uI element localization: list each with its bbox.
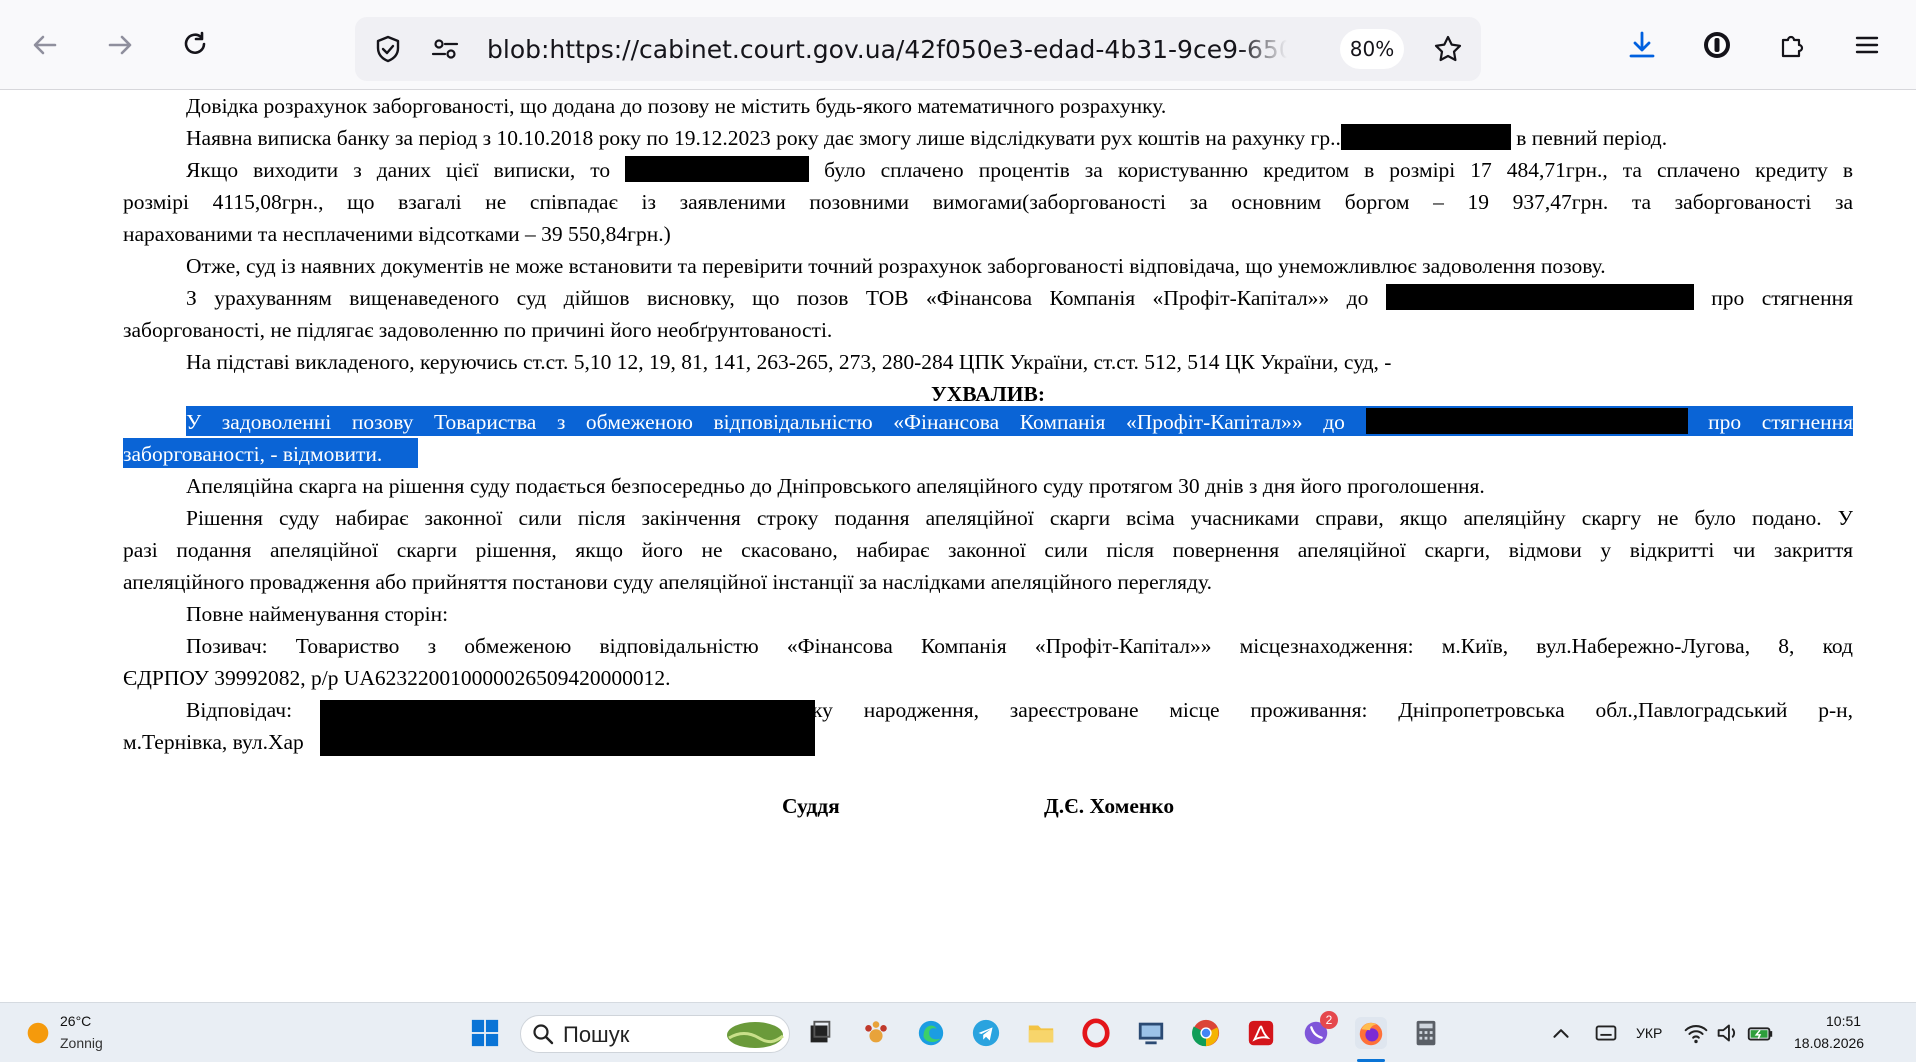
redaction-block [320,700,815,756]
redaction-block [1340,124,1511,150]
app-menu-button[interactable] [1847,25,1887,65]
wifi-icon[interactable] [1680,1017,1712,1049]
redaction-block [625,156,810,182]
pdf-document: Довідка розрахунок заборгованості, що до… [0,90,1916,1002]
signature-role: Суддя [782,794,840,818]
paragraph-line: заборгованості, не підлягає задоволенню … [123,318,833,342]
edge-browser-icon[interactable] [915,1017,947,1049]
file-explorer-icon[interactable] [1025,1017,1057,1049]
paragraph-line: ЄДРПОУ 39992082, р/р UA62322001000002650… [123,666,671,690]
reload-icon [184,31,206,54]
clock-time[interactable]: 10:51 [1826,1013,1861,1029]
address-bar[interactable]: blob:https://cabinet.court.gov.ua/42f050… [355,17,1481,81]
windows-start-icon[interactable] [469,1017,501,1049]
paragraph-line: Якщо виходити з даних цієї виписки, то б… [186,156,1854,182]
url-text[interactable]: blob:https://cabinet.court.gov.ua/42f050… [487,33,1287,67]
zoom-level-button[interactable]: 80% [1340,29,1404,69]
firefox-browser-icon[interactable] [1355,1017,1387,1049]
telegram-icon[interactable] [970,1017,1002,1049]
extensions-button[interactable] [1772,25,1812,65]
task-view-icon[interactable] [804,1017,836,1049]
taskbar-search[interactable]: Пошук [520,1015,790,1053]
downloads-button[interactable] [1622,25,1662,65]
search-icon [533,1024,554,1045]
paragraph-line: апеляційного провадження або прийняття п… [123,570,1212,594]
password-manager-icon [1704,32,1730,58]
clock-date[interactable]: 18.08.2026 [1794,1035,1864,1051]
paragraph-line: разі подання апеляційної скарги рішення,… [123,538,1853,562]
reload-button[interactable] [175,25,215,65]
paragraph-line: Апеляційна скарга на рішення суду подаєт… [186,474,1485,498]
browser-toolbar: blob:https://cabinet.court.gov.ua/42f050… [0,0,1916,90]
keyboard-icon[interactable] [1590,1017,1622,1049]
opera-browser-icon[interactable] [1080,1017,1112,1049]
back-button[interactable] [25,25,65,65]
windows-taskbar: 26°C Zonnig Пошук 2 УКР 10:51 18.08.2026 [0,1002,1916,1062]
search-placeholder: Пошук [563,1022,630,1047]
signature-name: Д.Є. Хоменко [1044,794,1175,818]
chrome-browser-icon[interactable] [1190,1017,1222,1049]
redaction-block [1385,284,1694,310]
extension-1password-button[interactable] [1697,25,1737,65]
paragraph-line: Позивач: Товариство з обмеженою відповід… [186,634,1853,658]
paragraph-line: Наявна виписка банку за період з 10.10.2… [186,124,1668,150]
paragraph-line: З урахуванням вищенаведеного суд дійшов … [186,284,1854,310]
selected-paragraph-line[interactable]: У задоволенні позову Товариства з обмеже… [123,406,1854,438]
selected-paragraph-line[interactable]: заборгованості, - відмовити. [123,438,1853,470]
battery-charging-icon[interactable] [1744,1017,1776,1049]
remote-desktop-icon[interactable] [1135,1017,1167,1049]
paragraph-line: Отже, суд із наявних документів не може … [186,254,1606,278]
arrow-right-icon [108,35,132,55]
redaction-block [1365,408,1688,434]
paragraph-line: Рішення суду набирає законної сили після… [186,506,1853,530]
input-language[interactable]: УКР [1636,1025,1662,1041]
weather-sun-icon[interactable] [22,1017,54,1049]
shield-icon[interactable] [370,31,406,67]
puzzle-icon [1781,35,1804,58]
arrow-left-icon [33,35,57,55]
notification-badge: 2 [1320,1011,1338,1029]
hamburger-menu-icon [1855,36,1879,54]
acrobat-reader-icon[interactable] [1245,1017,1277,1049]
forward-button[interactable] [100,25,140,65]
paragraph-line: розмірі 4115,08грн., що взагалі не співп… [123,190,1853,214]
calculator-icon[interactable] [1410,1017,1442,1049]
paragraph-line: Довідка розрахунок заборгованості, що до… [186,94,1167,118]
weather-description[interactable]: Zonnig [60,1035,103,1051]
site-permissions-icon[interactable] [427,31,463,67]
download-icon [1629,31,1655,58]
search-highlight-image-icon [727,1022,784,1048]
volume-icon[interactable] [1712,1017,1744,1049]
paragraph-line: На підставі викладеного, керуючись ст.ст… [186,350,1392,374]
paragraph-line: Повне найменування сторін: [186,602,449,626]
bookmark-star-icon[interactable] [1430,31,1466,67]
weather-temperature[interactable]: 26°C [60,1013,91,1029]
chevron-up-icon[interactable] [1545,1017,1577,1049]
widgets-paw-icon[interactable] [860,1017,892,1049]
paragraph-line: ку народження, зареєстроване місце прожи… [812,698,1853,722]
paragraph-line: нарахованими та несплаченими відсотками … [123,222,671,246]
